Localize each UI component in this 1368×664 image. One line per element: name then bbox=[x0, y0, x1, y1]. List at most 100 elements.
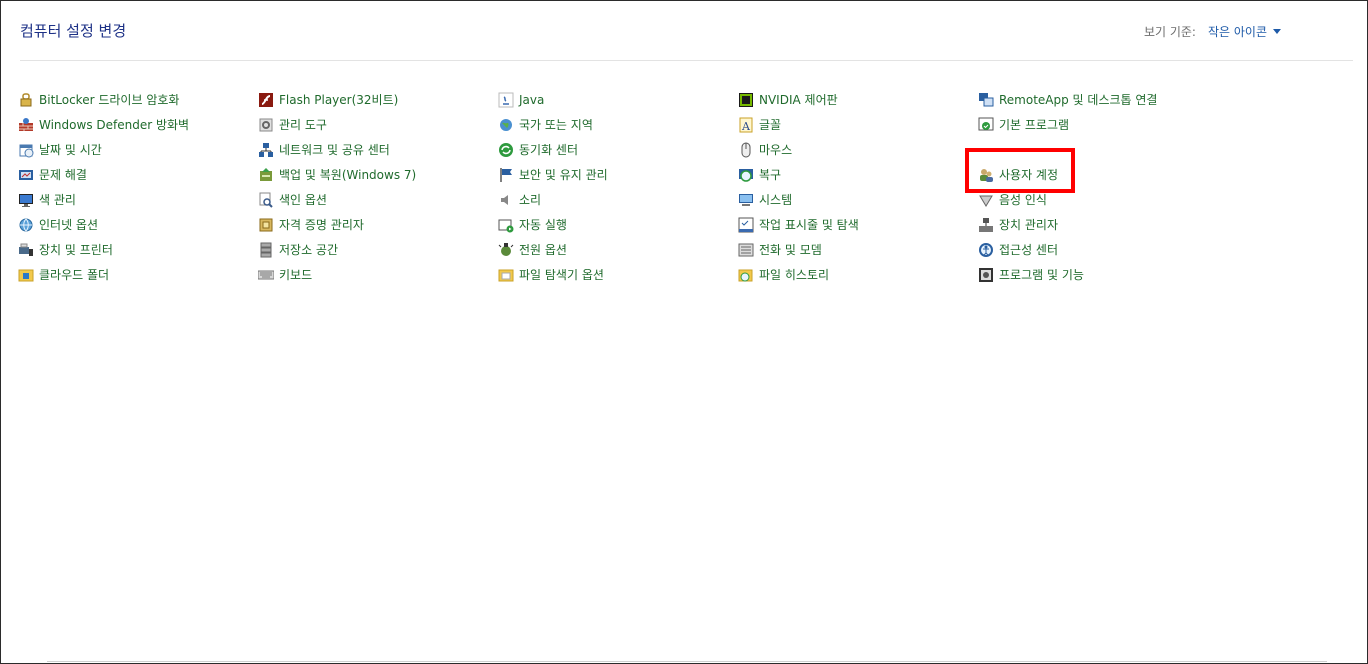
control-panel-item[interactable]: 복구 bbox=[738, 162, 978, 187]
bitlocker-icon bbox=[18, 92, 34, 108]
java-icon bbox=[498, 92, 514, 108]
programs-features-icon bbox=[978, 267, 994, 283]
control-panel-item[interactable]: 마우스 bbox=[738, 137, 978, 162]
item-label: Windows Defender 방화벽 bbox=[39, 118, 190, 132]
item-label: Flash Player(32비트) bbox=[279, 93, 399, 107]
view-by-dropdown[interactable]: 작은 아이콘 bbox=[1208, 23, 1267, 40]
control-panel-item[interactable]: 관리 도구 bbox=[258, 112, 498, 137]
autoplay-icon bbox=[498, 217, 514, 233]
control-panel-item[interactable]: RemoteApp 및 데스크톱 연결 bbox=[978, 87, 1218, 112]
speech-icon bbox=[978, 192, 994, 208]
storage-icon bbox=[258, 242, 274, 258]
control-panel-item[interactable]: 날짜 및 시간 bbox=[18, 137, 258, 162]
control-panel-item[interactable]: 백업 및 복원(Windows 7) bbox=[258, 162, 498, 187]
indexing-icon bbox=[258, 192, 274, 208]
devices-printers-icon bbox=[18, 242, 34, 258]
view-by: 보기 기준: 작은 아이콘 bbox=[1144, 23, 1281, 40]
control-panel-item[interactable]: 작업 표시줄 및 탐색 bbox=[738, 212, 978, 237]
item-label: 문제 해결 bbox=[39, 168, 87, 182]
control-panel-item[interactable]: 클라우드 폴더 bbox=[18, 262, 258, 287]
item-label: 접근성 센터 bbox=[999, 243, 1059, 257]
system-icon bbox=[738, 192, 754, 208]
item-label: 날짜 및 시간 bbox=[39, 143, 102, 157]
control-panel-item[interactable]: A 글꼴 bbox=[738, 112, 978, 137]
item-label: 국가 또는 지역 bbox=[519, 118, 593, 132]
control-panel-item[interactable]: 키보드 bbox=[258, 262, 498, 287]
control-panel-item[interactable]: 시스템 bbox=[738, 187, 978, 212]
item-label: 색 관리 bbox=[39, 193, 76, 207]
item-label: 전원 옵션 bbox=[519, 243, 567, 257]
internet-options-icon bbox=[18, 217, 34, 233]
control-panel-item[interactable]: BitLocker 드라이브 암호화 bbox=[18, 87, 258, 112]
bottom-divider bbox=[47, 661, 1327, 662]
control-panel-item[interactable]: Flash Player(32비트) bbox=[258, 87, 498, 112]
control-panel-item[interactable]: 자격 증명 관리자 bbox=[258, 212, 498, 237]
admin-tools-icon bbox=[258, 117, 274, 133]
network-icon bbox=[258, 142, 274, 158]
control-panel-item[interactable]: 음성 인식 bbox=[978, 187, 1218, 212]
control-panel-item[interactable]: 국가 또는 지역 bbox=[498, 112, 738, 137]
control-panel-item[interactable]: 자동 실행 bbox=[498, 212, 738, 237]
item-label: 백업 및 복원(Windows 7) bbox=[279, 168, 417, 182]
control-panel-item[interactable]: 동기화 센터 bbox=[498, 137, 738, 162]
control-panel-item[interactable]: 장치 및 프린터 bbox=[18, 237, 258, 262]
item-label: 전화 및 모뎀 bbox=[759, 243, 822, 257]
hidden-icon bbox=[978, 142, 994, 158]
file-history-icon bbox=[738, 267, 754, 283]
item-label: 관리 도구 bbox=[279, 118, 327, 132]
ease-of-access-icon bbox=[978, 242, 994, 258]
control-panel-item[interactable]: 접근성 센터 bbox=[978, 237, 1218, 262]
view-by-label: 보기 기준: bbox=[1143, 25, 1196, 39]
item-label: 소리 bbox=[519, 193, 542, 207]
troubleshoot-icon bbox=[18, 167, 34, 183]
control-panel-items: BitLocker 드라이브 암호화 Windows Defender 방화벽날짜… bbox=[18, 87, 1218, 287]
item-label: 기본 프로그램 bbox=[999, 118, 1070, 132]
item-label: 동기화 센터 bbox=[519, 143, 579, 157]
phone-modem-icon bbox=[738, 242, 754, 258]
item-label: 작업 표시줄 및 탐색 bbox=[759, 218, 859, 232]
control-panel-item[interactable]: 저장소 공간 bbox=[258, 237, 498, 262]
control-panel-item[interactable]: 인터넷 옵션 bbox=[18, 212, 258, 237]
control-panel-item[interactable]: NVIDIA 제어판 bbox=[738, 87, 978, 112]
cloud-folder-icon bbox=[18, 267, 34, 283]
default-programs-icon bbox=[978, 117, 994, 133]
control-panel-item[interactable]: 파일 탐색기 옵션 bbox=[498, 262, 738, 287]
sync-icon bbox=[498, 142, 514, 158]
explorer-options-icon bbox=[498, 267, 514, 283]
chevron-down-icon[interactable] bbox=[1273, 29, 1281, 34]
control-panel-item[interactable]: 사용자 계정 bbox=[978, 162, 1218, 187]
control-panel-item[interactable]: Windows Defender 방화벽 bbox=[18, 112, 258, 137]
control-panel-item bbox=[978, 137, 1218, 162]
control-panel-item[interactable]: 색 관리 bbox=[18, 187, 258, 212]
power-icon bbox=[498, 242, 514, 258]
item-label: 장치 및 프린터 bbox=[39, 243, 113, 257]
control-panel-item[interactable]: 소리 bbox=[498, 187, 738, 212]
item-label: 클라우드 폴더 bbox=[39, 268, 110, 282]
control-panel-item[interactable]: 파일 히스토리 bbox=[738, 262, 978, 287]
control-panel-item[interactable]: 프로그램 및 기능 bbox=[978, 262, 1218, 287]
control-panel-item[interactable]: 문제 해결 bbox=[18, 162, 258, 187]
control-panel-item[interactable]: 색인 옵션 bbox=[258, 187, 498, 212]
credential-icon bbox=[258, 217, 274, 233]
control-panel-item[interactable]: 기본 프로그램 bbox=[978, 112, 1218, 137]
item-label: 자격 증명 관리자 bbox=[279, 218, 364, 232]
control-panel-item[interactable]: Java bbox=[498, 87, 738, 112]
control-panel-item[interactable]: 장치 관리자 bbox=[978, 212, 1218, 237]
item-label: 복구 bbox=[759, 168, 782, 182]
svg-text:A: A bbox=[741, 120, 751, 133]
firewall-icon bbox=[18, 117, 34, 133]
item-label: RemoteApp 및 데스크톱 연결 bbox=[999, 93, 1158, 107]
recovery-icon bbox=[738, 167, 754, 183]
color-management-icon bbox=[18, 192, 34, 208]
control-panel-item[interactable]: 전원 옵션 bbox=[498, 237, 738, 262]
item-label: 마우스 bbox=[759, 143, 793, 157]
control-panel-window: 컴퓨터 설정 변경 보기 기준: 작은 아이콘 BitLocker 드라이브 암… bbox=[0, 0, 1368, 664]
item-label: 인터넷 옵션 bbox=[39, 218, 99, 232]
item-label: 네트워크 및 공유 센터 bbox=[279, 143, 390, 157]
item-label: Java bbox=[519, 92, 545, 107]
control-panel-item[interactable]: 전화 및 모뎀 bbox=[738, 237, 978, 262]
item-label: 파일 탐색기 옵션 bbox=[519, 268, 604, 282]
device-manager-icon bbox=[978, 217, 994, 233]
control-panel-item[interactable]: 보안 및 유지 관리 bbox=[498, 162, 738, 187]
control-panel-item[interactable]: 네트워크 및 공유 센터 bbox=[258, 137, 498, 162]
